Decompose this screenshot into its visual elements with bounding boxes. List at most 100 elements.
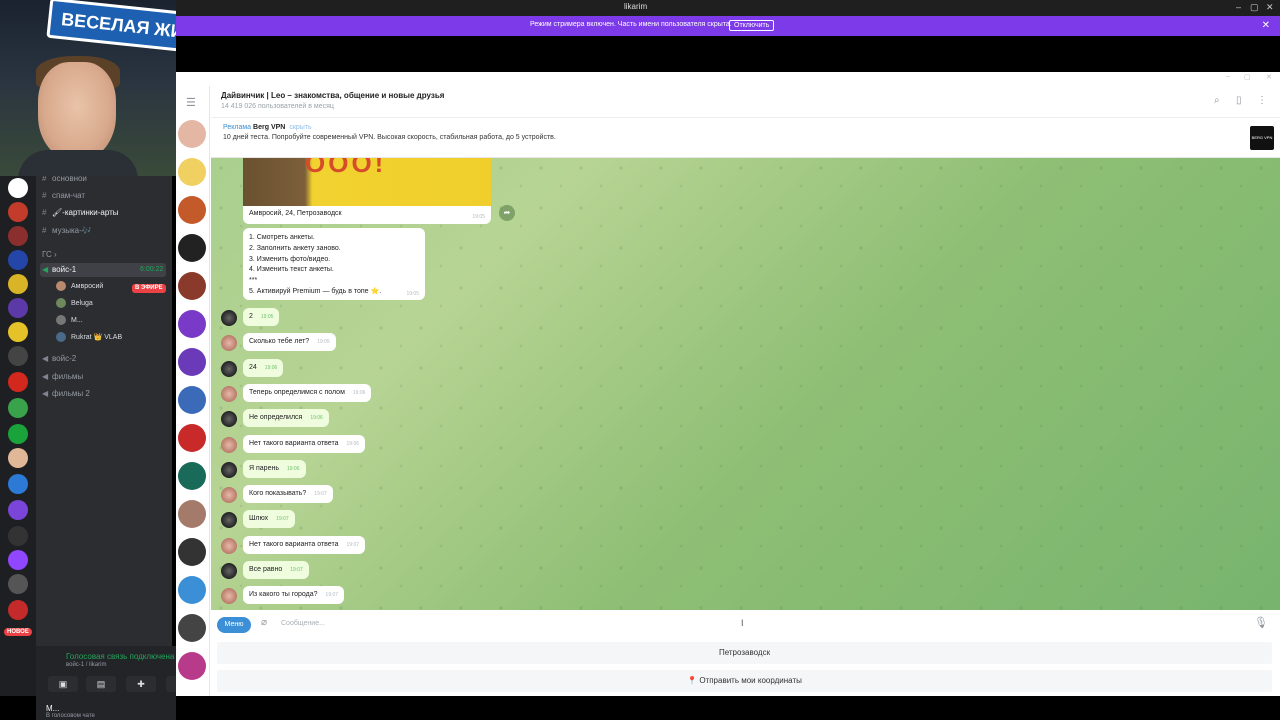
- incoming-message[interactable]: Нет такого варианта ответа 19:07: [243, 536, 366, 554]
- avatar[interactable]: [221, 512, 237, 528]
- incoming-message[interactable]: Теперь определимся с полом 19:06: [243, 384, 372, 402]
- voice-user[interactable]: Beluga: [56, 296, 93, 312]
- menu-icon[interactable]: ☰: [186, 96, 196, 109]
- attach-icon[interactable]: ⌀: [261, 617, 267, 628]
- user-panel[interactable]: M... В голосовом чате: [46, 704, 95, 719]
- server-icon[interactable]: [8, 526, 28, 546]
- sidebar-toggle-icon[interactable]: ▯: [1236, 95, 1242, 106]
- chat-avatar[interactable]: [178, 538, 206, 566]
- server-icon[interactable]: [8, 202, 28, 222]
- maximize-icon[interactable]: ▢: [1250, 2, 1259, 13]
- bot-menu-button[interactable]: Меню: [217, 617, 251, 633]
- camera-button[interactable]: ▣: [48, 676, 78, 692]
- outgoing-message[interactable]: Все равно 19:07: [243, 561, 309, 579]
- keyboard-button-city[interactable]: Петрозаводск: [217, 642, 1272, 664]
- outgoing-message[interactable]: Я парень 19:06: [243, 460, 306, 478]
- chat-avatar[interactable]: [178, 386, 206, 414]
- avatar[interactable]: [221, 335, 237, 351]
- chat-avatar[interactable]: [178, 272, 206, 300]
- server-icon[interactable]: [8, 274, 28, 294]
- avatar[interactable]: [221, 411, 237, 427]
- chat-avatar[interactable]: [178, 158, 206, 186]
- activities-button[interactable]: ✚: [126, 676, 156, 692]
- server-icon[interactable]: [8, 178, 28, 198]
- close-icon[interactable]: ✕: [1266, 73, 1272, 81]
- server-icon[interactable]: [8, 600, 28, 620]
- message-input[interactable]: Сообщение...: [281, 620, 325, 627]
- avatar[interactable]: [221, 487, 237, 503]
- more-icon[interactable]: ⋮: [1257, 95, 1267, 106]
- voice-channel-1[interactable]: ◀ войс-1: [42, 262, 76, 278]
- screen-share-button[interactable]: ▤: [86, 676, 116, 692]
- chat-avatar[interactable]: [178, 652, 206, 680]
- chat-avatar[interactable]: [178, 234, 206, 262]
- chat-avatar[interactable]: [178, 196, 206, 224]
- server-icon[interactable]: [8, 250, 28, 270]
- channel-music[interactable]: # музыка-🎶: [42, 223, 92, 239]
- avatar[interactable]: [221, 386, 237, 402]
- avatar[interactable]: [221, 462, 237, 478]
- sponsored-message-bar[interactable]: Реклама Berg VPN скрыть 10 дней теста. По…: [211, 118, 1280, 158]
- incoming-message[interactable]: Из какого ты города? 19:07: [243, 586, 345, 604]
- voice-user-name: Амвросий: [71, 283, 104, 290]
- chat-avatar[interactable]: [178, 500, 206, 528]
- server-icon[interactable]: [8, 346, 28, 366]
- server-icon[interactable]: [8, 574, 28, 594]
- chat-header[interactable]: Дайвинчик | Leo – знакомства, общение и …: [211, 86, 1280, 118]
- profile-photo-message[interactable]: ООО! Амвросий, 24, Петрозаводск 19:05: [243, 158, 491, 224]
- chat-avatar[interactable]: [178, 120, 206, 148]
- server-icon[interactable]: [8, 372, 28, 392]
- close-banner-icon[interactable]: ✕: [1262, 20, 1270, 31]
- channel-art[interactable]: # 🖌-картинки-арты: [42, 205, 119, 221]
- channel-spam-chat[interactable]: # спам-чат: [42, 188, 85, 204]
- voice-channel-2[interactable]: ◀ войс-2: [42, 351, 76, 367]
- forward-icon[interactable]: ➦: [499, 205, 515, 221]
- incoming-message[interactable]: Нет такого варианта ответа 19:06: [243, 435, 366, 453]
- avatar: [56, 281, 66, 292]
- server-icon[interactable]: [8, 226, 28, 246]
- voice-channel-films-2[interactable]: ◀ фильмы 2: [42, 386, 90, 402]
- ad-hide-link[interactable]: скрыть: [289, 124, 311, 131]
- avatar[interactable]: [221, 588, 237, 604]
- search-icon[interactable]: ⌕: [1214, 95, 1220, 106]
- voice-user[interactable]: Амвросий: [56, 279, 103, 295]
- keyboard-button-location[interactable]: 📍 Отправить мои координаты: [217, 670, 1272, 692]
- avatar[interactable]: [221, 437, 237, 453]
- voice-channel-films[interactable]: ◀ фильмы: [42, 369, 83, 385]
- chat-avatar[interactable]: [178, 576, 206, 604]
- server-icon[interactable]: [8, 322, 28, 342]
- microphone-icon[interactable]: 🎙: [1254, 616, 1268, 629]
- server-icon[interactable]: [8, 424, 28, 444]
- chat-avatar[interactable]: [178, 424, 206, 452]
- voice-user-name: Rukrat 👑 VLAB: [71, 334, 123, 341]
- outgoing-message[interactable]: 24 19:06: [243, 359, 284, 377]
- voice-category[interactable]: ГС ›: [42, 247, 57, 263]
- twitch-icon[interactable]: [8, 550, 28, 570]
- server-icon[interactable]: [8, 500, 28, 520]
- maximize-icon[interactable]: ▢: [1244, 73, 1251, 81]
- avatar[interactable]: [221, 361, 237, 377]
- voice-user[interactable]: M...: [56, 313, 83, 329]
- incoming-message[interactable]: Сколько тебе лет? 19:05: [243, 333, 336, 351]
- disable-streamer-button[interactable]: Отключить: [729, 20, 775, 31]
- minimize-icon[interactable]: –: [1226, 73, 1230, 80]
- chat-avatar[interactable]: [178, 310, 206, 338]
- outgoing-message[interactable]: Не определился 19:06: [243, 409, 329, 427]
- chat-avatar[interactable]: [178, 348, 206, 376]
- outgoing-message[interactable]: Шлюх 19:07: [243, 510, 295, 528]
- server-icon[interactable]: [8, 448, 28, 468]
- server-icon[interactable]: [8, 298, 28, 318]
- server-icon[interactable]: [8, 398, 28, 418]
- minimize-icon[interactable]: –: [1236, 2, 1241, 12]
- close-icon[interactable]: ✕: [1266, 2, 1274, 13]
- avatar[interactable]: [221, 538, 237, 554]
- avatar[interactable]: [221, 310, 237, 326]
- avatar[interactable]: [221, 563, 237, 579]
- incoming-message[interactable]: Кого показывать? 19:07: [243, 485, 333, 503]
- outgoing-message[interactable]: 2 19:05: [243, 308, 280, 326]
- server-icon[interactable]: [8, 474, 28, 494]
- menu-line: 5. Активируй Premium — будь в топе ⭐.: [249, 287, 382, 295]
- voice-user[interactable]: Rukrat 👑 VLAB: [56, 330, 122, 346]
- chat-avatar[interactable]: [178, 614, 206, 642]
- chat-avatar[interactable]: [178, 462, 206, 490]
